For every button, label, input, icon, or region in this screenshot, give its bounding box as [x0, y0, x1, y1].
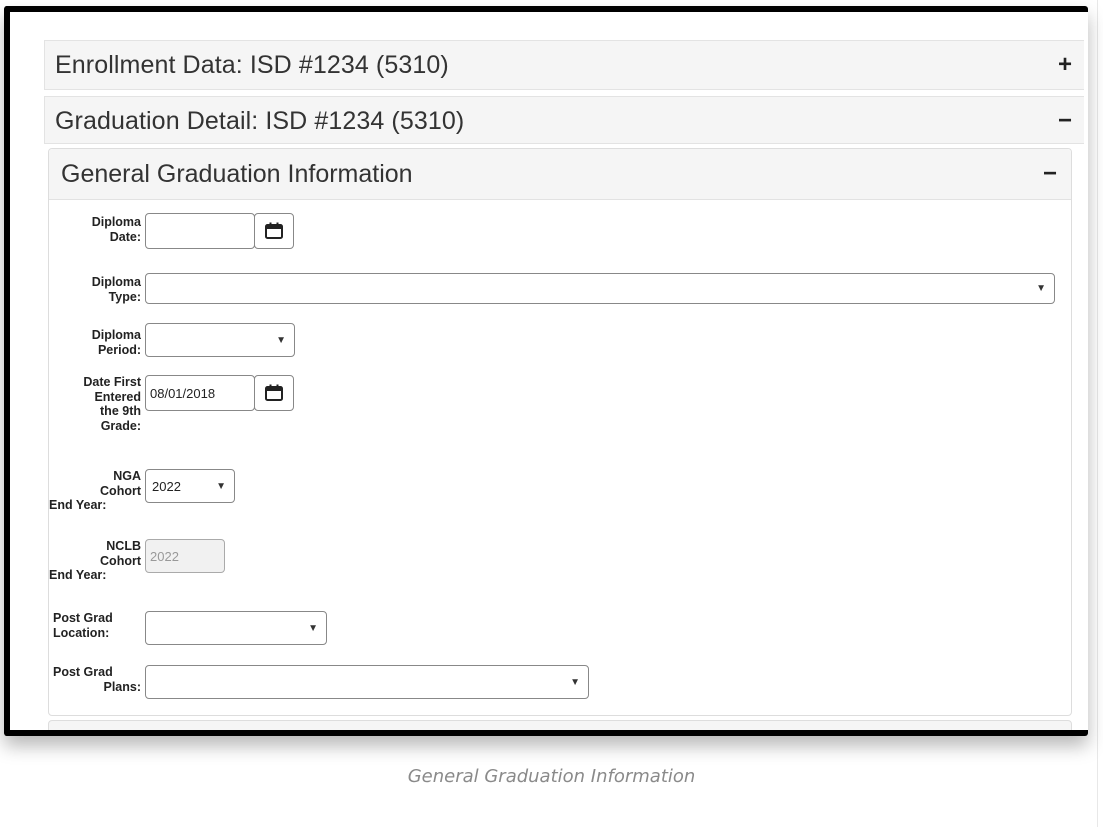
enrollment-data-title: Enrollment Data: ISD #1234 (5310)	[55, 50, 449, 79]
student-record-content: Enrollment Data: ISD #1234 (5310) + Grad…	[44, 40, 1084, 730]
post-grad-location-select[interactable]: ▼	[145, 611, 327, 645]
figure-caption: General Graduation Information	[407, 766, 696, 787]
diploma-date-row: Diploma Date:	[49, 213, 294, 249]
diploma-period-label: Diploma Period:	[91, 328, 141, 357]
nclb-cohort-row: NCLB Cohort End Year: 2022	[49, 539, 225, 583]
calendar-icon[interactable]	[254, 375, 294, 411]
post-grad-location-row: Post Grad Location: ▼	[49, 611, 327, 645]
nga-cohort-label: NGA Cohort End Year:	[49, 469, 141, 512]
collapse-icon[interactable]: −	[1054, 107, 1076, 135]
general-graduation-header[interactable]: General Graduation Information −	[49, 149, 1071, 200]
graduation-detail-title: Graduation Detail: ISD #1234 (5310)	[55, 106, 465, 135]
enrollment-data-panel[interactable]: Enrollment Data: ISD #1234 (5310) +	[44, 40, 1084, 90]
date-first-9th-row: Date First Entered the 9th Grade: 08/01/20…	[49, 375, 294, 433]
nclb-cohort-label: NCLB Cohort End Year:	[49, 539, 141, 582]
date-first-9th-label: Date First Entered the 9th Grade:	[83, 375, 141, 433]
dropdown-caret-icon: ▼	[570, 676, 580, 688]
expand-icon[interactable]: +	[1054, 51, 1076, 79]
section-title: General Graduation Information	[61, 159, 413, 188]
diploma-date-input[interactable]	[145, 213, 255, 249]
diploma-period-row: Diploma Period: ▼	[49, 323, 295, 357]
next-section-header[interactable]	[48, 720, 1072, 730]
collapse-icon[interactable]: −	[1043, 160, 1057, 188]
page-edge-line	[1097, 0, 1098, 827]
diploma-type-select[interactable]: ▼	[145, 273, 1055, 304]
dropdown-caret-icon: ▼	[216, 480, 226, 492]
diploma-type-label: Diploma Type:	[91, 275, 141, 304]
nga-cohort-row: NGA Cohort End Year: 2022 ▼	[49, 469, 235, 513]
dropdown-caret-icon: ▼	[1036, 283, 1046, 294]
post-grad-plans-row: Post Grad Plans: ▼	[49, 665, 589, 699]
dropdown-caret-icon: ▼	[308, 622, 318, 634]
post-grad-plans-label: Post Grad Plans:	[53, 665, 141, 694]
date-first-9th-input[interactable]: 08/01/2018	[145, 375, 255, 411]
nclb-cohort-input: 2022	[145, 539, 225, 573]
diploma-type-row: Diploma Type: ▼	[49, 273, 1055, 304]
post-grad-location-label: Post Grad Location:	[53, 611, 113, 640]
calendar-icon[interactable]	[254, 213, 294, 249]
diploma-period-select[interactable]: ▼	[145, 323, 295, 357]
diploma-date-label: Diploma Date:	[91, 215, 141, 244]
screenshot-frame: Enrollment Data: ISD #1234 (5310) + Grad…	[4, 6, 1088, 736]
graduation-detail-panel[interactable]: Graduation Detail: ISD #1234 (5310) −	[44, 96, 1084, 144]
post-grad-plans-select[interactable]: ▼	[145, 665, 589, 699]
general-graduation-section: General Graduation Information − Diploma…	[48, 148, 1072, 716]
dropdown-caret-icon: ▼	[276, 334, 286, 346]
nga-cohort-select[interactable]: 2022 ▼	[145, 469, 235, 503]
